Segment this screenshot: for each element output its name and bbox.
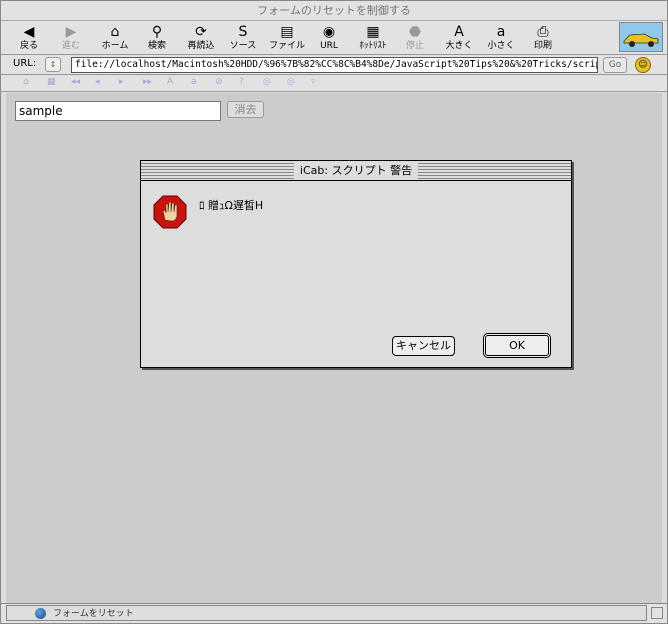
sample-text-field[interactable]: sample	[15, 101, 221, 121]
iconbar-icon[interactable]: ◂	[95, 77, 100, 87]
url-label: URL:	[13, 58, 37, 69]
toolbar-button-label: ホーム	[101, 41, 129, 51]
status-text: フォームをリセット	[53, 609, 134, 619]
cancel-button[interactable]: キャンセル	[392, 336, 455, 356]
car-logo	[619, 22, 663, 52]
url-input[interactable]: file://localhost/Macintosh%20HDD/%96%7B%…	[71, 57, 598, 73]
source-icon: S	[238, 24, 248, 40]
go-button[interactable]: Go	[603, 57, 627, 73]
toolbar-button-10[interactable]: A 大きく	[437, 23, 481, 55]
stop-icon: ⬣	[408, 24, 422, 40]
toolbar-button-label: 大きく	[445, 41, 473, 51]
resize-handle[interactable]	[651, 607, 663, 619]
toolbar-button-label: 進む	[61, 41, 80, 51]
toolbar: ◀ 戻る ▶ 進む ⌂ ホーム ⚲ 検索 ⟳ 再読込 S ソース ▤ ファイル ◉ URL ▦ ﾎｯﾄﾘｽﾄ ⬣ 停止…	[1, 21, 667, 55]
print-icon: ⎙	[537, 24, 549, 40]
iconbar-icon[interactable]: A	[167, 77, 173, 87]
toolbar-button-label: 検索	[147, 41, 166, 51]
iconbar-icon[interactable]: ▸▸	[143, 77, 152, 87]
browser-window: フォームのリセットを制御する ◀ 戻る ▶ 進む ⌂ ホーム ⚲ 検索 ⟳ 再読込 S ソース ▤ ファイ…	[0, 0, 668, 624]
iconbar-icon[interactable]: ▦	[47, 77, 56, 87]
toolbar-button-8[interactable]: ▦ ﾎｯﾄﾘｽﾄ	[351, 23, 395, 55]
iconbar-icon[interactable]: ▸	[119, 77, 124, 87]
url-icon: ◉	[322, 24, 336, 40]
iconbar-icon[interactable]: ◂◂	[71, 77, 80, 87]
toolbar-button-label: ファイル	[268, 41, 305, 51]
window-title: フォームのリセットを制御する	[1, 1, 667, 21]
bigger-text-icon: A	[454, 24, 464, 40]
iconbar-icon[interactable]: ⌂	[23, 77, 29, 87]
toolbar-button-5[interactable]: S ソース	[221, 23, 265, 55]
hotlist-icon: ▦	[366, 24, 380, 40]
dialog-title: iCab: スクリプト 警告	[293, 163, 419, 179]
url-history-stepper[interactable]: ⇕	[45, 57, 61, 72]
iconbar-icon[interactable]: ▿	[311, 77, 316, 87]
toolbar-button-3[interactable]: ⚲ 検索	[135, 23, 179, 55]
home-icon: ⌂	[110, 24, 120, 40]
search-icon: ⚲	[151, 24, 163, 40]
toolbar-button-1: ▶ 進む	[49, 23, 93, 55]
toolbar-button-12[interactable]: ⎙ 印刷	[521, 23, 565, 55]
toolbar-button-0[interactable]: ◀ 戻る	[7, 23, 51, 55]
dialog-message: ﾛ 贈ｭΩ遅皙H	[199, 199, 264, 212]
toolbar-button-4[interactable]: ⟳ 再読込	[179, 23, 223, 55]
forward-arrow-icon: ▶	[65, 24, 77, 40]
ok-button[interactable]: OK	[483, 333, 551, 358]
toolbar-button-7[interactable]: ◉ URL	[307, 23, 351, 55]
iconbar-icon[interactable]: ⊘	[215, 77, 223, 87]
toolbar-button-label: URL	[320, 41, 338, 51]
file-icon: ▤	[280, 24, 294, 40]
toolbar-button-label: 印刷	[533, 41, 552, 51]
toolbar-button-label: ソース	[229, 41, 257, 51]
dialog-titlebar[interactable]: iCab: スクリプト 警告	[141, 161, 571, 181]
smaller-text-icon: a	[496, 24, 506, 40]
status-area: フォームをリセット	[6, 605, 647, 621]
toolbar-button-label: ﾎｯﾄﾘｽﾄ	[359, 41, 387, 51]
iconbar-icon[interactable]: ?	[239, 77, 244, 87]
toolbar-button-label: 小さく	[487, 41, 515, 51]
toolbar-button-label: 戻る	[19, 41, 38, 51]
back-arrow-icon: ◀	[23, 24, 35, 40]
globe-icon	[35, 608, 46, 619]
toolbar-button-label: 再読込	[187, 41, 215, 51]
toolbar-button-2[interactable]: ⌂ ホーム	[93, 23, 137, 55]
url-bar: URL: ⇕ file://localhost/Macintosh%20HDD/…	[1, 55, 667, 75]
toolbar-button-6[interactable]: ▤ ファイル	[265, 23, 309, 55]
smiley-icon[interactable]: ☺	[635, 57, 651, 73]
iconbar-icon[interactable]: a	[191, 77, 197, 87]
reset-button[interactable]: 消去	[227, 101, 264, 118]
status-bar: フォームをリセット	[1, 603, 667, 623]
toolbar-button-9: ⬣ 停止	[393, 23, 437, 55]
toolbar-button-label: 停止	[405, 41, 424, 51]
reload-icon: ⟳	[195, 24, 207, 40]
secondary-icon-bar: ⌂ ▦ ◂◂ ◂ ▸ ▸▸ Aa ⊘? ◎ ◎ ▿	[1, 76, 667, 92]
stop-hand-icon	[153, 195, 187, 229]
iconbar-icon[interactable]: ◎	[263, 77, 271, 87]
iconbar-icon[interactable]: ◎	[287, 77, 295, 87]
script-alert-dialog: iCab: スクリプト 警告 ﾛ 贈ｭΩ遅皙H キャンセル OK	[140, 160, 572, 368]
toolbar-button-11[interactable]: a 小さく	[479, 23, 523, 55]
